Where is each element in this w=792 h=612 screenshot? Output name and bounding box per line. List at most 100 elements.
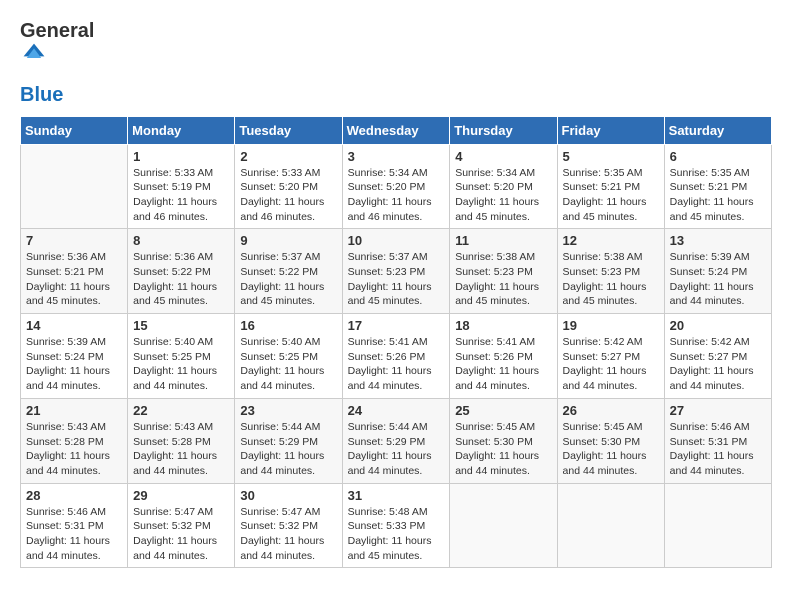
day-info: Sunrise: 5:46 AMSunset: 5:31 PMDaylight:… — [26, 505, 122, 564]
day-info: Sunrise: 5:35 AMSunset: 5:21 PMDaylight:… — [670, 166, 766, 225]
day-info: Sunrise: 5:43 AMSunset: 5:28 PMDaylight:… — [26, 420, 122, 479]
day-number: 25 — [455, 403, 551, 418]
calendar-cell: 26Sunrise: 5:45 AMSunset: 5:30 PMDayligh… — [557, 398, 664, 483]
day-number: 17 — [348, 318, 445, 333]
calendar-cell: 5 Sunrise: 5:35 AMSunset: 5:21 PMDaylight… — [557, 144, 664, 229]
day-info: Sunrise: 5:46 AMSunset: 5:31 PMDaylight:… — [670, 420, 766, 479]
day-number: 28 — [26, 488, 122, 503]
day-info: Sunrise: 5:39 AMSunset: 5:24 PMDaylight:… — [26, 335, 122, 394]
calendar-header-row: SundayMondayTuesdayWednesdayThursdayFrid… — [21, 116, 772, 144]
calendar-cell: 20 Sunrise: 5:42 AMSunset: 5:27 PMDayligh… — [664, 314, 771, 399]
day-number: 29 — [133, 488, 229, 503]
calendar-cell: 1Sunrise: 5:33 AMSunset: 5:19 PMDaylight… — [128, 144, 235, 229]
calendar-header-saturday: Saturday — [664, 116, 771, 144]
calendar-cell — [557, 483, 664, 568]
calendar-week-3: 14 Sunrise: 5:39 AMSunset: 5:24 PMDayligh… — [21, 314, 772, 399]
day-number: 9 — [240, 233, 336, 248]
calendar-header-friday: Friday — [557, 116, 664, 144]
day-info: Sunrise: 5:34 AMSunset: 5:20 PMDaylight:… — [455, 166, 551, 225]
day-number: 11 — [455, 233, 551, 248]
calendar-cell: 30 Sunrise: 5:47 AMSunset: 5:32 PMDayligh… — [235, 483, 342, 568]
calendar-week-1: 1Sunrise: 5:33 AMSunset: 5:19 PMDaylight… — [21, 144, 772, 229]
calendar: SundayMondayTuesdayWednesdayThursdayFrid… — [20, 116, 772, 569]
calendar-week-5: 28 Sunrise: 5:46 AMSunset: 5:31 PMDayligh… — [21, 483, 772, 568]
calendar-cell: 16 Sunrise: 5:40 AMSunset: 5:25 PMDayligh… — [235, 314, 342, 399]
day-info: Sunrise: 5:34 AMSunset: 5:20 PMDaylight:… — [348, 166, 445, 225]
calendar-cell: 22 Sunrise: 5:43 AMSunset: 5:28 PMDayligh… — [128, 398, 235, 483]
day-number: 23 — [240, 403, 336, 418]
day-number: 18 — [455, 318, 551, 333]
calendar-header-tuesday: Tuesday — [235, 116, 342, 144]
day-info: Sunrise: 5:40 AMSunset: 5:25 PMDaylight:… — [240, 335, 336, 394]
calendar-header-wednesday: Wednesday — [342, 116, 450, 144]
day-number: 15 — [133, 318, 229, 333]
day-info: Sunrise: 5:41 AMSunset: 5:26 PMDaylight:… — [455, 335, 551, 394]
calendar-week-2: 7Sunrise: 5:36 AMSunset: 5:21 PMDaylight… — [21, 229, 772, 314]
day-info: Sunrise: 5:44 AMSunset: 5:29 PMDaylight:… — [240, 420, 336, 479]
calendar-week-4: 21 Sunrise: 5:43 AMSunset: 5:28 PMDayligh… — [21, 398, 772, 483]
calendar-cell: 3Sunrise: 5:34 AMSunset: 5:20 PMDaylight… — [342, 144, 450, 229]
day-number: 4 — [455, 149, 551, 164]
day-info: Sunrise: 5:48 AMSunset: 5:33 PMDaylight:… — [348, 505, 445, 564]
day-number: 30 — [240, 488, 336, 503]
calendar-cell — [450, 483, 557, 568]
day-info: Sunrise: 5:47 AMSunset: 5:32 PMDaylight:… — [133, 505, 229, 564]
day-number: 14 — [26, 318, 122, 333]
day-info: Sunrise: 5:40 AMSunset: 5:25 PMDaylight:… — [133, 335, 229, 394]
logo-blue-text: Blue — [20, 84, 63, 106]
calendar-cell: 6 Sunrise: 5:35 AMSunset: 5:21 PMDaylight… — [664, 144, 771, 229]
day-info: Sunrise: 5:43 AMSunset: 5:28 PMDaylight:… — [133, 420, 229, 479]
day-info: Sunrise: 5:37 AMSunset: 5:22 PMDaylight:… — [240, 250, 336, 309]
calendar-cell: 14 Sunrise: 5:39 AMSunset: 5:24 PMDayligh… — [21, 314, 128, 399]
calendar-header-sunday: Sunday — [21, 116, 128, 144]
day-number: 27 — [670, 403, 766, 418]
day-info: Sunrise: 5:36 AMSunset: 5:22 PMDaylight:… — [133, 250, 229, 309]
day-info: Sunrise: 5:38 AMSunset: 5:23 PMDaylight:… — [455, 250, 551, 309]
logo-icon — [22, 42, 46, 66]
day-info: Sunrise: 5:45 AMSunset: 5:30 PMDaylight:… — [455, 420, 551, 479]
calendar-cell: 25 Sunrise: 5:45 AMSunset: 5:30 PMDayligh… — [450, 398, 557, 483]
day-info: Sunrise: 5:33 AMSunset: 5:19 PMDaylight:… — [133, 166, 229, 225]
calendar-cell: 13 Sunrise: 5:39 AMSunset: 5:24 PMDayligh… — [664, 229, 771, 314]
day-info: Sunrise: 5:47 AMSunset: 5:32 PMDaylight:… — [240, 505, 336, 564]
calendar-cell: 15 Sunrise: 5:40 AMSunset: 5:25 PMDayligh… — [128, 314, 235, 399]
calendar-cell: 18 Sunrise: 5:41 AMSunset: 5:26 PMDayligh… — [450, 314, 557, 399]
calendar-cell: 28 Sunrise: 5:46 AMSunset: 5:31 PMDayligh… — [21, 483, 128, 568]
calendar-cell: 21 Sunrise: 5:43 AMSunset: 5:28 PMDayligh… — [21, 398, 128, 483]
calendar-cell: 12Sunrise: 5:38 AMSunset: 5:23 PMDayligh… — [557, 229, 664, 314]
logo: General Blue — [20, 20, 94, 106]
header: General Blue — [20, 20, 772, 106]
calendar-header-thursday: Thursday — [450, 116, 557, 144]
day-number: 22 — [133, 403, 229, 418]
calendar-cell: 17Sunrise: 5:41 AMSunset: 5:26 PMDayligh… — [342, 314, 450, 399]
calendar-cell: 9 Sunrise: 5:37 AMSunset: 5:22 PMDaylight… — [235, 229, 342, 314]
calendar-cell: 11 Sunrise: 5:38 AMSunset: 5:23 PMDayligh… — [450, 229, 557, 314]
calendar-cell — [664, 483, 771, 568]
day-number: 6 — [670, 149, 766, 164]
day-info: Sunrise: 5:39 AMSunset: 5:24 PMDaylight:… — [670, 250, 766, 309]
calendar-cell: 23 Sunrise: 5:44 AMSunset: 5:29 PMDayligh… — [235, 398, 342, 483]
calendar-cell: 24 Sunrise: 5:44 AMSunset: 5:29 PMDayligh… — [342, 398, 450, 483]
day-info: Sunrise: 5:44 AMSunset: 5:29 PMDaylight:… — [348, 420, 445, 479]
day-info: Sunrise: 5:37 AMSunset: 5:23 PMDaylight:… — [348, 250, 445, 309]
calendar-cell: 7Sunrise: 5:36 AMSunset: 5:21 PMDaylight… — [21, 229, 128, 314]
day-info: Sunrise: 5:45 AMSunset: 5:30 PMDaylight:… — [563, 420, 659, 479]
day-number: 31 — [348, 488, 445, 503]
day-info: Sunrise: 5:35 AMSunset: 5:21 PMDaylight:… — [563, 166, 659, 225]
day-info: Sunrise: 5:33 AMSunset: 5:20 PMDaylight:… — [240, 166, 336, 225]
day-number: 21 — [26, 403, 122, 418]
day-number: 10 — [348, 233, 445, 248]
calendar-cell: 2 Sunrise: 5:33 AMSunset: 5:20 PMDaylight… — [235, 144, 342, 229]
calendar-cell: 27 Sunrise: 5:46 AMSunset: 5:31 PMDayligh… — [664, 398, 771, 483]
calendar-cell: 19Sunrise: 5:42 AMSunset: 5:27 PMDayligh… — [557, 314, 664, 399]
day-number: 2 — [240, 149, 336, 164]
day-info: Sunrise: 5:42 AMSunset: 5:27 PMDaylight:… — [670, 335, 766, 394]
day-number: 5 — [563, 149, 659, 164]
day-info: Sunrise: 5:38 AMSunset: 5:23 PMDaylight:… — [563, 250, 659, 309]
day-info: Sunrise: 5:36 AMSunset: 5:21 PMDaylight:… — [26, 250, 122, 309]
day-number: 20 — [670, 318, 766, 333]
day-number: 13 — [670, 233, 766, 248]
day-number: 24 — [348, 403, 445, 418]
calendar-cell: 4 Sunrise: 5:34 AMSunset: 5:20 PMDaylight… — [450, 144, 557, 229]
day-number: 16 — [240, 318, 336, 333]
